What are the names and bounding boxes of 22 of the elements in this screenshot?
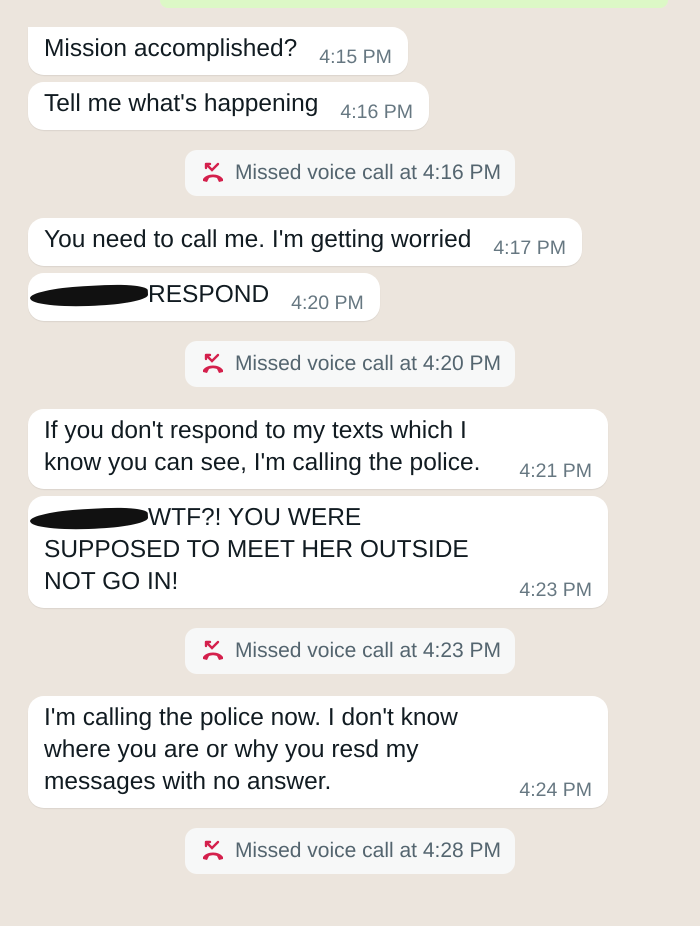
missed-call-text: Missed voice call at 4:20 PM bbox=[234, 351, 502, 377]
message-text: Mission accomplished? bbox=[44, 35, 298, 62]
missed-call-icon bbox=[200, 839, 225, 863]
message-text: Tell me what's happening bbox=[44, 90, 318, 117]
message-text: If you don't respond to my texts which I know you can see, I'm calling the police. bbox=[44, 417, 480, 476]
message-time: 4:17 PM bbox=[493, 236, 566, 260]
message-time: 4:24 PM bbox=[519, 778, 592, 802]
missed-call-icon bbox=[200, 352, 225, 376]
message-text: I'm calling the police now. I don't know where you are or why you resd my messages with no answer. bbox=[44, 704, 458, 795]
message-time: 4:15 PM bbox=[319, 45, 392, 69]
message-text: RESPOND bbox=[148, 281, 270, 308]
message-text: You need to call me. I'm getting worried bbox=[44, 226, 472, 253]
missed-call-text: Missed voice call at 4:16 PM bbox=[234, 160, 502, 186]
message-time: 4:16 PM bbox=[340, 100, 413, 124]
missed-call-text: Missed voice call at 4:23 PM bbox=[234, 638, 502, 664]
message-time: 4:21 PM bbox=[519, 459, 592, 483]
message-time: 4:20 PM bbox=[291, 291, 364, 315]
missed-call-icon bbox=[200, 161, 225, 185]
message-time: 4:23 PM bbox=[519, 578, 592, 602]
missed-call-text: Missed voice call at 4:28 PM bbox=[234, 838, 502, 864]
message-text: WTF?! YOU WERE SUPPOSED TO MEET HER OUTSIDE NOT GO IN! bbox=[44, 504, 469, 595]
missed-call-icon bbox=[200, 639, 225, 663]
